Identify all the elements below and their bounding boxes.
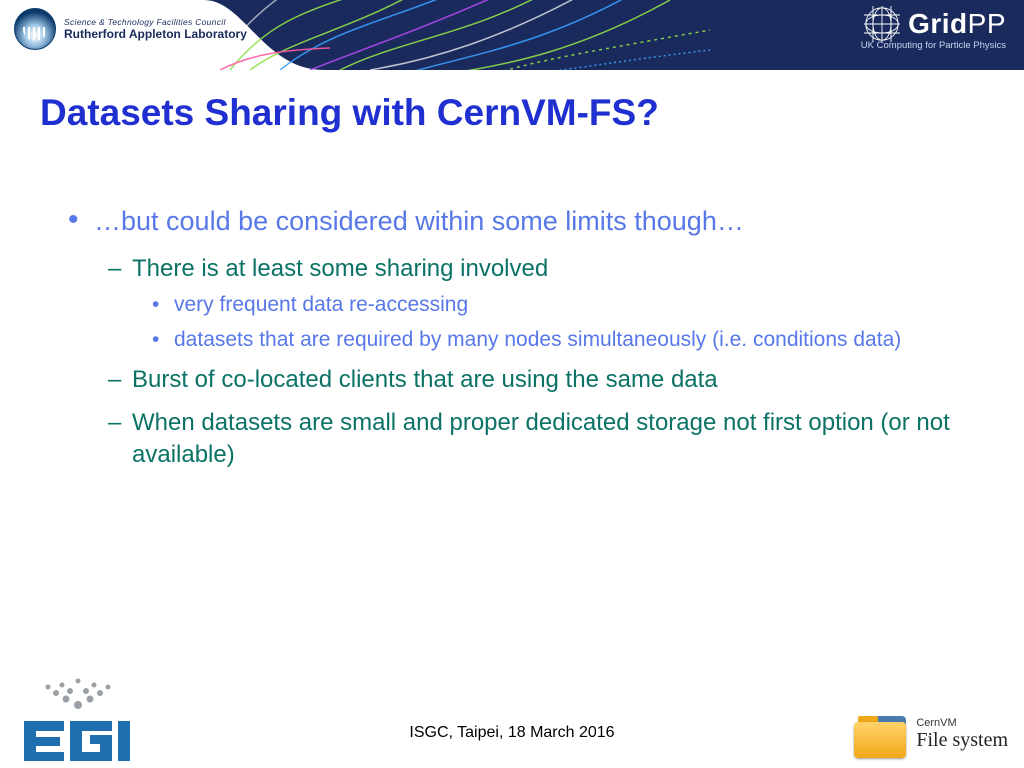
bullet-text: Burst of co-located clients that are usi… bbox=[132, 366, 718, 393]
bullet-text: datasets that are required by many nodes… bbox=[174, 328, 901, 351]
gridpp-logo-block: GridPP UK Computing for Particle Physics bbox=[861, 6, 1006, 51]
cernvm-text: CernVM bbox=[916, 717, 1008, 729]
ral-lab-text: Rutherford Appleton Laboratory bbox=[64, 27, 247, 41]
gridpp-name: GridPP bbox=[908, 8, 1006, 40]
bullet-level2: Burst of co-located clients that are usi… bbox=[106, 364, 984, 396]
ral-logo-icon bbox=[14, 8, 56, 50]
slide-body: …but could be considered within some lim… bbox=[40, 204, 984, 471]
gridpp-name-bold: Grid bbox=[908, 8, 968, 39]
ral-logo-block: Science & Technology Facilities Council … bbox=[14, 8, 247, 50]
egi-logo bbox=[18, 671, 148, 766]
particle-tracks-decoration bbox=[190, 0, 710, 70]
gridpp-subtitle: UK Computing for Particle Physics bbox=[861, 40, 1006, 51]
slide-header: Science & Technology Facilities Council … bbox=[0, 0, 1024, 70]
cernvm-fs-logo: CernVM File system bbox=[854, 710, 1008, 758]
ral-council-text: Science & Technology Facilities Council bbox=[64, 17, 247, 27]
bullet-text: …but could be considered within some lim… bbox=[94, 206, 744, 236]
bullet-level3: very frequent data re-accessing bbox=[152, 291, 984, 319]
filesystem-text: File system bbox=[916, 729, 1008, 752]
bullet-level2: When datasets are small and proper dedic… bbox=[106, 407, 984, 472]
bullet-level2: There is at least some sharing involved … bbox=[106, 253, 984, 354]
bullet-text: There is at least some sharing involved bbox=[132, 255, 548, 282]
gridpp-globe-icon bbox=[864, 6, 900, 42]
bullet-text: very frequent data re-accessing bbox=[174, 293, 468, 316]
slide-footer: ISGC, Taipei, 18 March 2016 CernVM File … bbox=[0, 658, 1024, 768]
gridpp-name-thin: PP bbox=[968, 8, 1006, 39]
slide-content: Datasets Sharing with CernVM-FS? …but co… bbox=[0, 70, 1024, 471]
bullet-level1: …but could be considered within some lim… bbox=[64, 204, 984, 471]
slide-title: Datasets Sharing with CernVM-FS? bbox=[40, 92, 984, 134]
folder-icon bbox=[854, 710, 910, 758]
bullet-text: When datasets are small and proper dedic… bbox=[132, 409, 950, 468]
bullet-level3: datasets that are required by many nodes… bbox=[152, 326, 984, 354]
